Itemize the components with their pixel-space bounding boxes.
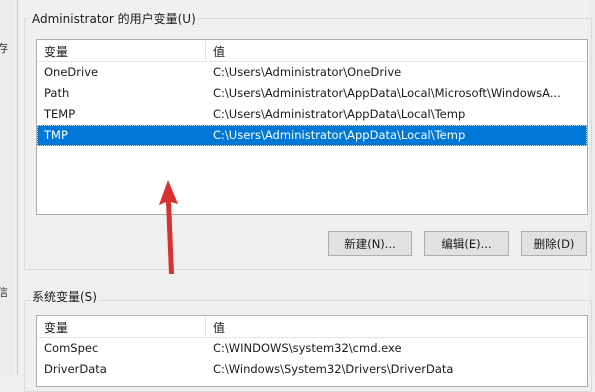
- variable-value: C:\Users\Administrator\AppData\Local\Tem…: [213, 107, 466, 121]
- column-header-value[interactable]: 值: [213, 319, 225, 336]
- variable-value: C:\WINDOWS\system32\cmd.exe: [213, 341, 402, 355]
- arrow-up-icon: [159, 180, 178, 274]
- user-variable-row[interactable]: OneDrive C:\Users\Administrator\OneDrive: [37, 62, 587, 83]
- column-separator[interactable]: [205, 41, 206, 60]
- column-separator[interactable]: [205, 317, 206, 336]
- red-arrow-annotation: [159, 180, 178, 274]
- column-header-variable[interactable]: 变量: [44, 43, 68, 60]
- user-variable-row[interactable]: Path C:\Users\Administrator\AppData\Loca…: [37, 83, 587, 104]
- system-variables-list[interactable]: 变量 值 ComSpec C:\WINDOWS\system32\cmd.exe…: [36, 315, 588, 387]
- edit-button[interactable]: 编辑(E)...: [424, 231, 509, 256]
- clipped-label-fragment: 存: [0, 42, 8, 55]
- delete-button[interactable]: 删除(D): [521, 231, 587, 256]
- system-variable-row[interactable]: ComSpec C:\WINDOWS\system32\cmd.exe: [37, 338, 587, 359]
- system-variable-row[interactable]: DriverData C:\Windows\System32\Drivers\D…: [37, 359, 587, 380]
- variable-name: ComSpec: [44, 341, 99, 355]
- variable-name: TMP: [44, 128, 68, 142]
- variable-value: C:\Users\Administrator\AppData\Local\Mic…: [213, 86, 561, 100]
- variable-name: Path: [44, 86, 70, 100]
- system-variables-group-title: 系统变量(S): [30, 288, 99, 305]
- user-variables-group-title: Administrator 的用户变量(U): [30, 10, 198, 27]
- clipped-label-fragment: 信: [0, 286, 8, 299]
- new-button[interactable]: 新建(N)...: [328, 231, 412, 256]
- user-variables-list-header: 变量 值: [37, 40, 587, 62]
- system-variables-list-header: 变量 值: [37, 316, 587, 338]
- column-header-value[interactable]: 值: [213, 43, 225, 60]
- user-variable-row[interactable]: TEMP C:\Users\Administrator\AppData\Loca…: [37, 104, 587, 125]
- variable-name: DriverData: [44, 362, 107, 376]
- variable-name: TEMP: [44, 107, 76, 121]
- variable-name: OneDrive: [44, 65, 99, 79]
- column-header-variable[interactable]: 变量: [44, 319, 68, 336]
- variable-value: C:\Users\Administrator\AppData\Local\Tem…: [213, 128, 466, 142]
- left-window-edge: 存 信: [0, 0, 14, 375]
- user-variables-list[interactable]: 变量 值 OneDrive C:\Users\Administrator\One…: [36, 39, 588, 215]
- window-divider: [17, 0, 18, 375]
- user-variable-row-selected[interactable]: TMP C:\Users\Administrator\AppData\Local…: [37, 125, 587, 146]
- variable-value: C:\Windows\System32\Drivers\DriverData: [213, 362, 454, 376]
- variable-value: C:\Users\Administrator\OneDrive: [213, 65, 402, 79]
